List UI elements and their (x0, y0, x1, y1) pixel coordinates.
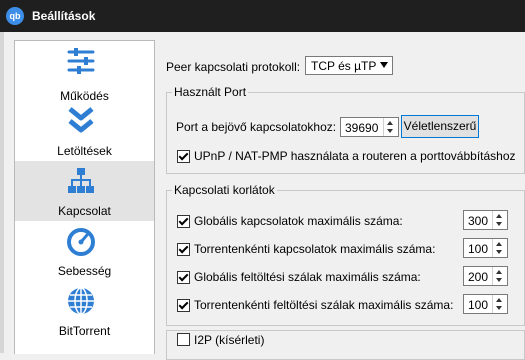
chevron-up-icon (496, 214, 502, 218)
global-upload-slots-label: Globális feltöltési szálak maximális szá… (194, 270, 421, 284)
group-title: Használt Port (172, 85, 249, 99)
spin-arrows[interactable] (492, 267, 507, 285)
window-title: Beállítások (32, 9, 96, 23)
sidebar-item-downloads[interactable]: Letöltések (15, 101, 154, 161)
global-connections-spinbox[interactable]: 300 (463, 210, 508, 230)
i2p-checkbox[interactable] (177, 333, 190, 346)
spin-arrows[interactable] (492, 295, 507, 313)
chevron-up-icon (387, 121, 393, 125)
sidebar-item-label: BitTorrent (58, 324, 111, 338)
settings-sidebar: Működés Letöltések Kapcsolat Sebesség Bi… (14, 40, 155, 354)
upnp-checkbox[interactable] (177, 150, 190, 163)
chevron-down-icon (496, 250, 502, 254)
global-upload-slots-checkbox[interactable] (177, 271, 190, 284)
per-torrent-connections-label: Torrentenkénti kapcsolatok maximális szá… (194, 242, 436, 256)
per-torrent-upload-slots-label: Torrentenkénti feltöltési szálak maximál… (194, 298, 454, 312)
sidebar-item-behavior[interactable]: Működés (15, 41, 154, 103)
sidebar-item-connection[interactable]: Kapcsolat (15, 161, 154, 221)
spin-arrows[interactable] (492, 211, 507, 229)
port-label: Port a bejövő kapcsolatokhoz: (176, 120, 337, 134)
connection-settings-panel: Peer kapcsolati protokoll: TCP és µTP Ha… (157, 40, 525, 360)
chevron-down-icon (387, 129, 393, 133)
window-frame-edge (0, 32, 4, 353)
random-port-button[interactable]: Véletlenszerű (401, 115, 479, 138)
protocol-select[interactable]: TCP és µTP (305, 56, 393, 75)
sidebar-item-speed[interactable]: Sebesség (15, 221, 154, 281)
qbittorrent-logo-icon: qb (6, 7, 24, 25)
chevron-down-icon (380, 62, 388, 68)
spinbox-value: 100 (468, 298, 489, 312)
sidebar-item-bittorrent[interactable]: BitTorrent (15, 281, 154, 341)
sidebar-item-label: Kapcsolat (58, 204, 111, 218)
spin-arrows[interactable] (492, 239, 507, 257)
global-upload-slots-spinbox[interactable]: 200 (463, 266, 508, 286)
per-torrent-upload-slots-spinbox[interactable]: 100 (463, 294, 508, 314)
spinbox-value: 200 (468, 270, 489, 284)
spinbox-value: 300 (468, 214, 489, 228)
sidebar-item-label: Sebesség (57, 264, 112, 278)
port-spinbox[interactable]: 39690 (340, 117, 399, 137)
per-torrent-connections-spinbox[interactable]: 100 (463, 238, 508, 258)
global-connections-label: Globális kapcsolatok maximális száma: (194, 214, 403, 228)
chevron-up-icon (496, 270, 502, 274)
chevron-up-icon (496, 298, 502, 302)
double-chevron-down-icon (68, 107, 94, 133)
per-torrent-connections-checkbox[interactable] (177, 243, 190, 256)
upnp-label: UPnP / NAT-PMP használata a routeren a p… (194, 149, 516, 163)
chevron-up-icon (496, 242, 502, 246)
network-icon (68, 168, 94, 193)
sliders-icon (67, 48, 95, 74)
title-bar: qb Beállítások (0, 0, 525, 32)
i2p-label: I2P (kísérleti) (194, 333, 265, 347)
per-torrent-upload-slots-checkbox[interactable] (177, 299, 190, 312)
chevron-down-icon (496, 222, 502, 226)
port-value: 39690 (345, 121, 379, 135)
protocol-label: Peer kapcsolati protokoll: (166, 60, 301, 74)
sidebar-item-label: Letöltések (57, 144, 112, 158)
spinbox-value: 100 (468, 242, 489, 256)
global-connections-checkbox[interactable] (177, 215, 190, 228)
protocol-select-value: TCP és µTP (311, 59, 377, 73)
group-title: Kapcsolati korlátok (172, 183, 277, 197)
chevron-down-icon (496, 278, 502, 282)
chevron-down-icon (496, 306, 502, 310)
globe-icon (68, 287, 94, 315)
spin-arrows[interactable] (383, 118, 398, 136)
speedometer-icon (67, 228, 95, 256)
